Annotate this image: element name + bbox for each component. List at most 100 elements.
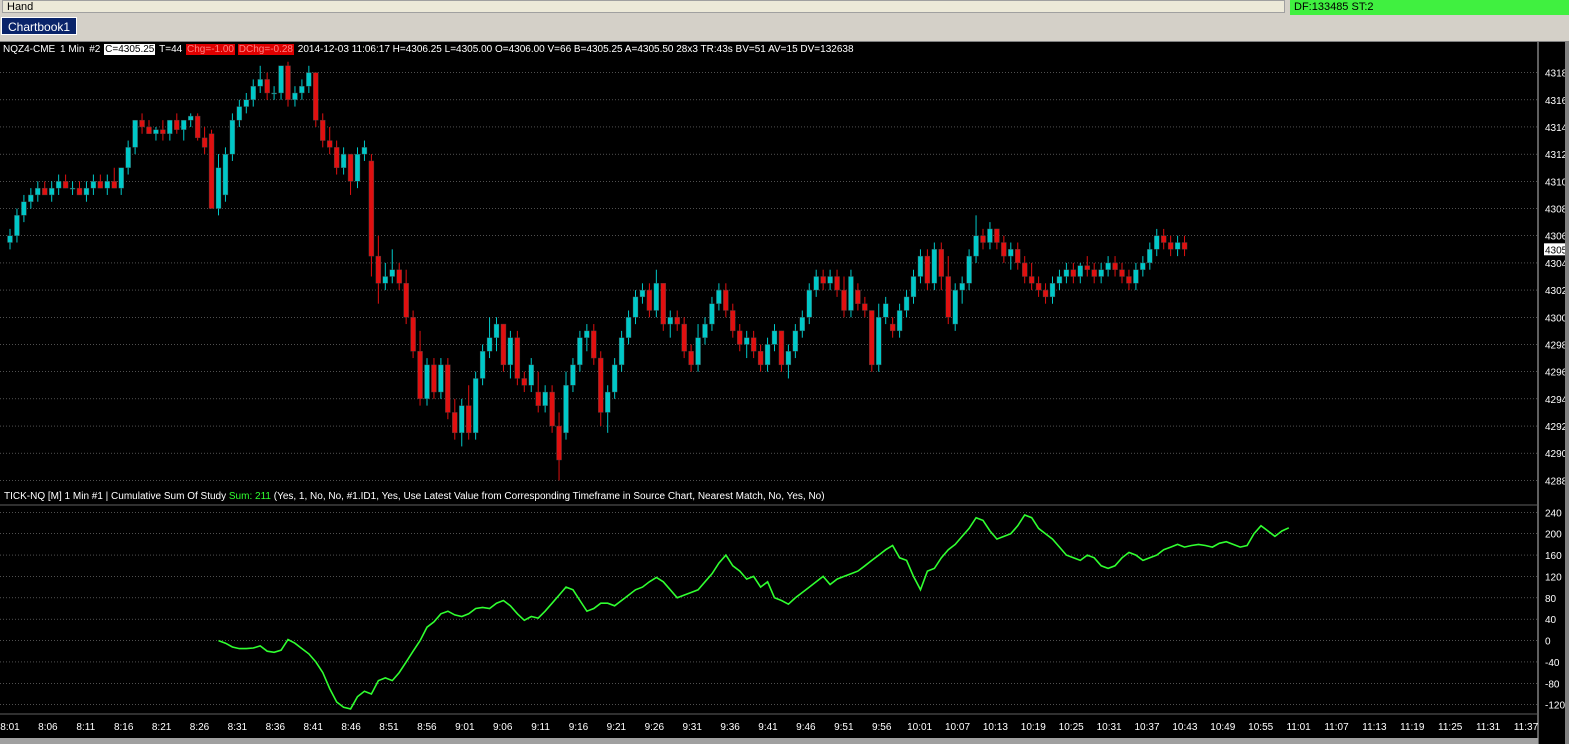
status-indicator: DF:133485 ST:2 [1290, 0, 1569, 15]
candle-body [841, 289, 847, 311]
candle-body [333, 147, 340, 168]
time-tick-label: 9:51 [834, 722, 854, 733]
candle-body [1147, 249, 1153, 264]
time-tick-label: 10:13 [983, 722, 1008, 733]
candle-body [292, 92, 298, 100]
time-tick-label: 8:21 [152, 722, 172, 733]
candle-body [625, 317, 632, 338]
candle-body [1056, 276, 1063, 284]
candle-body [35, 187, 41, 196]
candle-body [375, 255, 382, 284]
study-tick-label: 200 [1545, 530, 1562, 541]
candle-body [834, 276, 840, 291]
candle-body [264, 79, 270, 94]
candle-body [1049, 283, 1056, 298]
candle-body [785, 351, 792, 366]
candle-body [1126, 276, 1132, 284]
time-tick-label: 8:51 [379, 722, 399, 733]
candle-body [55, 181, 62, 189]
study-tick-label: -80 [1545, 679, 1560, 690]
candle-body [1112, 262, 1118, 270]
candle-body [903, 296, 910, 311]
time-tick-label: 8:41 [303, 722, 323, 733]
time-tick-label: 9:26 [645, 722, 665, 733]
time-tick-label: 10:25 [1059, 722, 1084, 733]
candle-body [486, 337, 493, 352]
candle-body [1140, 262, 1146, 270]
horizontal-scrollbar[interactable] [0, 738, 1538, 744]
time-tick-label: 9:36 [720, 722, 740, 733]
time-tick-label: 9:46 [796, 722, 816, 733]
candle-body [681, 323, 687, 352]
time-tick-label: 10:19 [1021, 722, 1046, 733]
candle-body [236, 106, 243, 121]
candle-body [799, 317, 805, 332]
candle-body [973, 235, 979, 257]
time-tick-label: 11:01 [1286, 722, 1311, 733]
candle-body [243, 99, 250, 107]
time-tick-label: 10:31 [1097, 722, 1122, 733]
time-tick-label: 8:26 [190, 722, 210, 733]
candle-body [1008, 249, 1014, 257]
candle-body [938, 249, 944, 277]
candle-body [528, 364, 534, 386]
candle-body [1063, 269, 1070, 277]
candle-body [445, 364, 451, 413]
chart-area[interactable]: 4288 4290 4292 4294 4296 4298 4300 4302 4304 4306… [0, 42, 1569, 744]
candle-body [1119, 269, 1125, 277]
candle-body [750, 337, 757, 352]
candle-body [764, 344, 771, 366]
candle-body [917, 255, 924, 277]
candle-body [1084, 265, 1090, 270]
candle-body [549, 391, 555, 427]
candle-body [896, 310, 903, 332]
study-header: TICK-NQ [M] 1 Min #1 | Cumulative Sum Of… [4, 491, 825, 503]
candle-body [194, 115, 201, 139]
study-tick-label: 120 [1545, 572, 1562, 583]
time-tick-label: 10:43 [1172, 722, 1197, 733]
candle-body [215, 167, 222, 209]
candle-body [855, 289, 861, 304]
candle-body [570, 364, 576, 386]
candle-body [410, 317, 416, 352]
bar-stats: 2014-12-03 11:06:17 H=4306.25 L=4305.00 … [297, 44, 854, 55]
candle-body [813, 276, 819, 291]
time-tick-label: 8:01 [0, 722, 20, 733]
time-tick-label: 8:31 [228, 722, 248, 733]
candle-body [62, 181, 69, 189]
study-params: (Yes, 1, No, No, #1.ID1, Yes, Use Latest… [273, 491, 825, 502]
time-tick-label: 10:01 [907, 722, 932, 733]
candle-body [500, 323, 507, 366]
candle-body [966, 255, 972, 284]
candle-body [1035, 283, 1042, 291]
time-tick-label: 11:25 [1438, 722, 1463, 733]
time-tick-label: 11:37 [1514, 722, 1539, 733]
candle-body [153, 129, 159, 134]
candle-body [250, 85, 256, 100]
candle-body [396, 269, 402, 284]
candle-body [320, 119, 326, 141]
tab-chartbook1[interactable]: Chartbook1 [1, 17, 78, 35]
candle-body [730, 310, 736, 332]
candle-body [49, 187, 55, 196]
study-tick-label: -120 [1545, 701, 1565, 712]
vertical-scrollbar[interactable] [1565, 42, 1569, 744]
candle-body [563, 385, 569, 434]
candle-body [417, 351, 423, 400]
candle-body [201, 137, 208, 148]
study-sum: Sum: 211 [228, 491, 271, 502]
candle-body [125, 147, 131, 168]
candle-body [403, 283, 409, 318]
candle-body [285, 65, 291, 100]
time-tick-label: 9:31 [682, 722, 702, 733]
candle-body [827, 276, 833, 284]
chart-canvas[interactable]: 4288429042924294429642984300430243044306… [0, 42, 1569, 744]
candle-body [924, 255, 931, 284]
candle-body [1160, 235, 1167, 243]
time-tick-label: 9:56 [872, 722, 892, 733]
candle-body [167, 119, 173, 134]
candle-body [931, 249, 938, 284]
ticks-value: T=44 [159, 44, 183, 55]
time-tick-label: 8:06 [38, 722, 58, 733]
candle-body [757, 351, 764, 366]
